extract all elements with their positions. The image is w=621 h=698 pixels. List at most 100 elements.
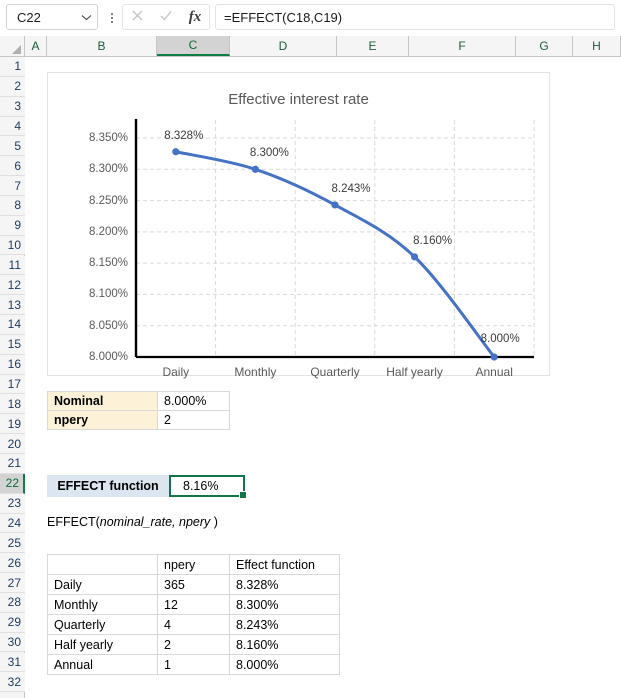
column-header-cell[interactable]: [47, 554, 158, 575]
x-axis-tick-label: Daily: [162, 365, 190, 379]
x-axis-tick-label: Monthly: [234, 365, 277, 379]
chevron-down-icon[interactable]: [75, 14, 97, 21]
effect-cell-value[interactable]: 8.160%: [229, 634, 340, 655]
chart-data-label: 8.243%: [331, 182, 371, 195]
selected-cell-c22[interactable]: 8.16%: [169, 475, 247, 499]
nominal-table-value[interactable]: 2: [157, 410, 230, 430]
effect-cell-value[interactable]: 8.243%: [229, 614, 340, 635]
formula-input[interactable]: =EFFECT(C18,C19): [215, 4, 615, 30]
chart-marker: [490, 353, 498, 361]
npery-cell[interactable]: 2: [157, 634, 230, 655]
row-header-30[interactable]: 30: [0, 632, 25, 653]
chart-plot-area: 8.000% 8.050% 8.100% 8.150% 8.200% 8.250% 8.30…: [48, 73, 549, 379]
syntax-suffix: ): [210, 515, 218, 529]
table-row: Annual 1 8.000%: [47, 654, 340, 675]
column-header-h[interactable]: H: [573, 36, 621, 56]
x-axis-tick-label: Quarterly: [310, 365, 360, 379]
npery-cell[interactable]: 12: [157, 594, 230, 615]
row-header-14[interactable]: 14: [0, 315, 25, 335]
row-header-6[interactable]: 6: [0, 156, 25, 177]
npery-cell[interactable]: 1: [157, 654, 230, 675]
row-header-27[interactable]: 27: [0, 573, 25, 593]
row-header-25[interactable]: 25: [0, 533, 25, 554]
column-header-c[interactable]: C: [157, 36, 230, 56]
row-header-28[interactable]: 28: [0, 592, 25, 613]
chart-marker: [411, 253, 419, 261]
y-axis-tick-label: 8.200%: [88, 225, 128, 238]
chart-marker: [251, 165, 259, 173]
close-icon[interactable]: [131, 9, 144, 25]
effect-cell-value[interactable]: 8.300%: [229, 594, 340, 615]
row-header-8[interactable]: 8: [0, 195, 25, 216]
row-header-5[interactable]: 5: [0, 136, 25, 157]
effect-data-table: npery Effect function Daily 365 8.328% Month…: [47, 554, 340, 675]
row-label-cell[interactable]: Half yearly: [47, 634, 158, 655]
row-header-3[interactable]: 3: [0, 96, 25, 117]
column-header-cell[interactable]: npery: [157, 554, 230, 575]
row-header-10[interactable]: 10: [0, 235, 25, 256]
row-header-21[interactable]: 21: [0, 454, 25, 474]
table-row: Monthly 12 8.300%: [47, 594, 340, 615]
row-header-7[interactable]: 7: [0, 176, 25, 196]
row-header-24[interactable]: 24: [0, 513, 25, 534]
row-header-15[interactable]: 15: [0, 334, 25, 355]
formula-bar: C22 fx =EFFECT(C18,C19): [0, 0, 621, 36]
name-box[interactable]: C22: [6, 4, 98, 30]
y-axis-tick-label: 8.050%: [88, 319, 128, 332]
excel-worksheet: C22 fx =EFFECT(C18,C19) ABCDEFGH 1234567…: [0, 0, 621, 698]
x-axis-tick-label: Annual: [475, 365, 513, 379]
row-label-cell[interactable]: Annual: [47, 654, 158, 675]
row-header-9[interactable]: 9: [0, 215, 25, 236]
y-axis-tick-label: 8.100%: [88, 288, 128, 301]
check-icon[interactable]: [159, 9, 173, 25]
row-header-29[interactable]: 29: [0, 612, 25, 633]
row-header-19[interactable]: 19: [0, 414, 25, 435]
row-header-32[interactable]: 32: [0, 672, 25, 693]
y-axis-tick-label: 8.350%: [88, 132, 128, 144]
row-label-cell[interactable]: Monthly: [47, 594, 158, 615]
row-header-20[interactable]: 20: [0, 434, 25, 454]
sheet-content: Effective interest rate 8.000% 8.050% 8.10…: [25, 57, 621, 698]
effect-cell-value[interactable]: 8.328%: [229, 574, 340, 595]
row-header-31[interactable]: 31: [0, 652, 25, 673]
row-header-22[interactable]: 22: [0, 473, 25, 494]
table-row: Nominal 8.000%: [47, 391, 230, 411]
row-header-26[interactable]: 26: [0, 553, 25, 574]
row-header-1[interactable]: 1: [0, 57, 25, 77]
row-header-17[interactable]: 17: [0, 374, 25, 395]
column-header-f[interactable]: F: [409, 36, 516, 56]
row-header-12[interactable]: 12: [0, 275, 25, 296]
chart-data-label: 8.160%: [413, 234, 453, 247]
row-header-23[interactable]: 23: [0, 493, 25, 514]
nominal-table-label[interactable]: npery: [47, 410, 158, 430]
y-axis-tick-label: 8.000%: [88, 351, 128, 363]
column-header-a[interactable]: A: [25, 36, 47, 56]
npery-cell[interactable]: 365: [157, 574, 230, 595]
nominal-table-label[interactable]: Nominal: [47, 391, 158, 411]
row-header-13[interactable]: 13: [0, 295, 25, 316]
column-header-cell[interactable]: Effect function: [229, 554, 340, 575]
row-header-18[interactable]: 18: [0, 394, 25, 415]
nominal-table-value[interactable]: 8.000%: [157, 391, 230, 411]
effective-interest-rate-chart[interactable]: Effective interest rate 8.000% 8.050% 8.10…: [47, 72, 550, 379]
formula-bar-actions: fx: [122, 4, 210, 30]
row-header-2[interactable]: 2: [0, 76, 25, 97]
column-header-g[interactable]: G: [516, 36, 573, 56]
fill-handle[interactable]: [239, 491, 247, 499]
insert-function-icon[interactable]: fx: [189, 9, 202, 26]
npery-cell[interactable]: 4: [157, 614, 230, 635]
column-header-b[interactable]: B: [47, 36, 157, 56]
row-label-cell[interactable]: Quarterly: [47, 614, 158, 635]
column-header-d[interactable]: D: [230, 36, 337, 56]
row-header-11[interactable]: 11: [0, 255, 25, 276]
chart-data-label: 8.300%: [249, 147, 289, 160]
select-all-corner[interactable]: [0, 36, 25, 56]
effect-cell-value[interactable]: 8.000%: [229, 654, 340, 675]
more-options-icon[interactable]: [106, 9, 118, 27]
column-header-e[interactable]: E: [337, 36, 409, 56]
row-label-cell[interactable]: Daily: [47, 574, 158, 595]
row-header-16[interactable]: 16: [0, 354, 25, 375]
y-axis-tick-label: 8.300%: [88, 163, 128, 176]
chart-data-label: 8.000%: [480, 333, 520, 345]
row-header-4[interactable]: 4: [0, 116, 25, 137]
